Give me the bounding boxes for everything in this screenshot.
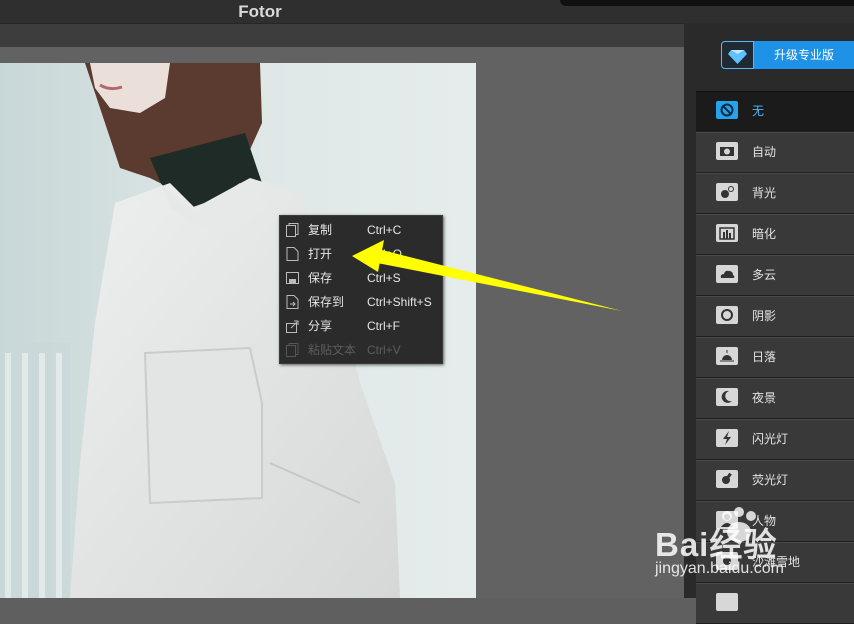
menu-item-label: 分享 (308, 319, 333, 333)
scene-item-cloudy[interactable]: 多云 (696, 255, 854, 296)
scene-label: 暗化 (752, 227, 777, 241)
diamond-icon (721, 41, 754, 69)
scene-item-none[interactable]: 无 (696, 91, 854, 132)
sunset-icon (716, 347, 738, 365)
scene-label: 阴影 (752, 309, 777, 323)
scene-item-sunset[interactable]: 日落 (696, 337, 854, 378)
scene-label: 无 (752, 104, 765, 118)
scene-item-portrait[interactable]: 人物 (696, 501, 854, 542)
scene-item-night[interactable]: 夜景 (696, 378, 854, 419)
scene-label: 背光 (752, 186, 777, 200)
scene-item-auto[interactable]: 自动 (696, 132, 854, 173)
menu-item-save[interactable]: 保存 Ctrl+S (280, 266, 442, 290)
app-title: Fotor (238, 2, 282, 21)
moon-icon (716, 388, 738, 406)
menu-item-shortcut: Ctrl+F (367, 319, 400, 333)
scene-item-backlight[interactable]: 背光 (696, 173, 854, 214)
menu-item-shortcut: Ctrl+S (367, 271, 401, 285)
menu-item-shortcut: Ctrl+O (367, 247, 403, 261)
flash-icon (716, 429, 738, 447)
scene-label: 闪光灯 (752, 432, 789, 446)
none-icon (716, 101, 738, 119)
menu-item-copy[interactable]: 复制 Ctrl+C (280, 218, 442, 242)
darken-icon (716, 224, 738, 242)
scene-item-darken[interactable]: 暗化 (696, 214, 854, 255)
upgrade-button[interactable]: 升级专业版 (721, 41, 854, 69)
scene-label: 荧光灯 (752, 473, 789, 487)
beach-snow-icon (716, 552, 738, 570)
file-icon (286, 247, 299, 261)
scene-label: 夜景 (752, 391, 777, 405)
scene-item-beach-snow[interactable]: 沙滩雪地 (696, 542, 854, 583)
fluorescent-icon (716, 470, 738, 488)
scene-icon (716, 593, 738, 611)
menu-item-save-to[interactable]: 保存到 Ctrl+Shift+S (280, 290, 442, 314)
share-icon (286, 320, 299, 333)
backlight-icon (716, 183, 738, 201)
copy-icon (286, 223, 299, 237)
menu-item-label: 保存到 (308, 295, 345, 309)
menu-item-shortcut: Ctrl+C (367, 223, 402, 237)
menu-item-shortcut: Ctrl+Shift+S (367, 295, 432, 309)
cloud-icon (716, 265, 738, 283)
scene-label: 沙滩雪地 (752, 555, 801, 569)
context-menu: 复制 Ctrl+C 打开 Ctrl+O 保存 Ctrl+S 保存到 Ctrl+S… (279, 215, 443, 364)
menu-item-label: 复制 (308, 223, 333, 237)
scene-label: 人物 (752, 514, 777, 528)
menu-item-label: 粘贴文本 (308, 343, 357, 357)
menu-item-share[interactable]: 分享 Ctrl+F (280, 314, 442, 338)
title-bar-shadow (560, 0, 854, 6)
scene-item-shadow[interactable]: 阴影 (696, 296, 854, 337)
toolbar (0, 23, 684, 48)
save-to-icon (286, 295, 299, 309)
paste-icon (286, 343, 299, 357)
scene-item-fluorescent[interactable]: 荧光灯 (696, 460, 854, 501)
scene-label: 日落 (752, 350, 777, 364)
menu-item-shortcut: Ctrl+V (367, 343, 401, 357)
save-icon (286, 272, 299, 284)
upgrade-label: 升级专业版 (754, 41, 854, 69)
camera-icon (716, 142, 738, 160)
shadow-icon (716, 306, 738, 324)
title-bar: Fotor (0, 0, 854, 23)
scene-label: 自动 (752, 145, 777, 159)
scene-item-flash[interactable]: 闪光灯 (696, 419, 854, 460)
portrait-icon (716, 511, 738, 529)
menu-item-label: 保存 (308, 271, 333, 285)
menu-item-label: 打开 (308, 247, 333, 261)
scene-label: 多云 (752, 268, 777, 282)
menu-item-paste-text[interactable]: 粘贴文本 Ctrl+V (280, 338, 442, 362)
menu-item-open[interactable]: 打开 Ctrl+O (280, 242, 442, 266)
scene-item-partial[interactable] (696, 583, 854, 624)
